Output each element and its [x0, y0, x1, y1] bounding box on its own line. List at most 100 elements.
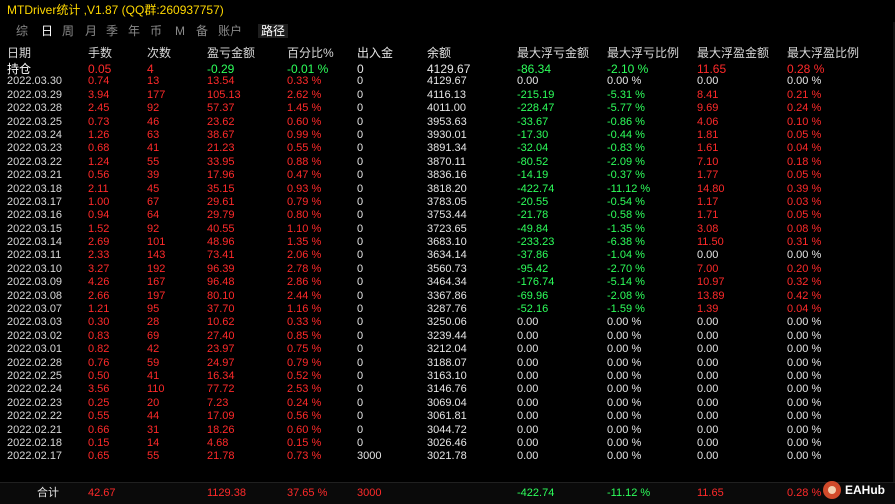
table-row[interactable]: 2022.02.24 3.56 110 77.72 2.53 % 0 3146.76 0.00… [0, 383, 895, 396]
cell-max-float-profit: 1.77 [697, 169, 719, 182]
tab-daily[interactable]: 日 [41, 25, 53, 37]
header-pnl[interactable]: 盈亏金额 [207, 47, 255, 59]
tab-monthly[interactable]: 月 [85, 25, 97, 37]
tab-note[interactable]: 备 [196, 25, 208, 37]
window-title: MTDriver统计 ,V1.87 (QQ群:260937757) [7, 3, 224, 17]
table-row[interactable]: 2022.03.29 3.94 177 105.13 2.62 % 0 4116.13 -21… [0, 89, 895, 102]
table-row[interactable]: 2022.03.25 0.73 46 23.62 0.60 % 0 3953.63 -33.6… [0, 116, 895, 129]
tab-weekly[interactable]: 周 [62, 25, 74, 37]
cell-max-float-loss: 0.00 [517, 356, 539, 369]
cell-max-float-loss: 0.00 [517, 450, 539, 463]
cell-percent: 2.62 % [287, 88, 322, 101]
table-row[interactable]: 2022.03.14 2.69 101 48.96 1.35 % 0 3683.10 -233… [0, 236, 895, 249]
cell-date: 2022.03.16 [7, 209, 63, 222]
cell-count: 167 [147, 276, 166, 289]
cell-max-float-loss: -17.30 [517, 128, 549, 141]
cell-lots: 0.66 [88, 423, 110, 436]
cell-date: 2022.03.08 [7, 289, 63, 302]
cell-deposit: 0 [357, 182, 364, 195]
cell-lots: 1.21 [88, 303, 110, 316]
table-row[interactable]: 2022.03.03 0.30 28 10.62 0.33 % 0 3250.06 0.00 0… [0, 316, 895, 329]
cell-max-float-loss: 0.00 [517, 75, 539, 88]
table-row[interactable]: 2022.02.28 0.76 59 24.97 0.79 % 0 3188.07 0.00 0… [0, 357, 895, 370]
header-max-float-loss-ratio[interactable]: 最大浮亏比例 [607, 47, 679, 59]
position-row[interactable]: 持仓 0.05 4 -0.29 -0.01 % 0 4129.67 -86.34 -2.10 %… [0, 62, 895, 75]
tab-summary[interactable]: 综 [16, 25, 28, 37]
table-row[interactable]: 2022.02.18 0.15 14 4.68 0.15 % 0 3026.46 0.00 0.… [0, 437, 895, 450]
header-lots[interactable]: 手数 [88, 47, 112, 59]
cell-date: 2022.03.18 [7, 182, 63, 195]
cell-pnl: 27.40 [207, 329, 235, 342]
cell-deposit: 3000 [357, 450, 382, 463]
table-row[interactable]: 2022.03.02 0.83 69 27.40 0.85 % 0 3239.44 0.00 0… [0, 330, 895, 343]
table-row[interactable]: 2022.03.10 3.27 192 96.39 2.78 % 0 3560.73 -95.… [0, 263, 895, 276]
cell-count: 197 [147, 289, 166, 302]
cell-deposit: 0 [357, 128, 364, 141]
tab-account[interactable]: 账户 [218, 25, 242, 37]
table-row[interactable]: 2022.03.09 4.26 167 96.48 2.86 % 0 3464.34 -176… [0, 276, 895, 289]
cell-deposit: 0 [357, 75, 364, 88]
cell-lots: 0.15 [88, 436, 110, 449]
cell-count: 14 [147, 436, 160, 449]
header-balance[interactable]: 余额 [427, 47, 451, 59]
header-max-float-profit[interactable]: 最大浮盈金额 [697, 47, 769, 59]
cell-date: 2022.03.21 [7, 169, 63, 182]
cell-max-float-profit: 7.10 [697, 155, 719, 168]
header-deposit[interactable]: 出入金 [357, 47, 393, 59]
cell-date: 2022.03.24 [7, 128, 63, 141]
cell-percent: 0.93 % [287, 182, 322, 195]
cell-lots: 0.76 [88, 356, 110, 369]
cell-percent: 0.60 % [287, 423, 322, 436]
tab-path[interactable]: 路径 [258, 24, 289, 38]
cell-max-float-loss-ratio: -0.54 % [607, 195, 645, 208]
cell-max-float-profit: 0.00 [697, 410, 719, 423]
cell-max-float-loss: -49.84 [517, 222, 549, 235]
cell-lots: 2.45 [88, 102, 110, 115]
cell-percent: 1.10 % [287, 222, 322, 235]
table-row[interactable]: 2022.02.25 0.50 41 16.34 0.52 % 0 3163.10 0.00 0… [0, 370, 895, 383]
cell-date: 2022.02.25 [7, 369, 63, 382]
cell-lots: 0.55 [88, 410, 110, 423]
table-row[interactable]: 2022.03.24 1.26 63 38.67 0.99 % 0 3930.01 -17.3… [0, 129, 895, 142]
table-row[interactable]: 2022.03.01 0.82 42 23.97 0.75 % 0 3212.04 0.00 0… [0, 343, 895, 356]
cell-percent: 0.75 % [287, 343, 322, 356]
header-max-float-profit-ratio[interactable]: 最大浮盈比例 [787, 47, 859, 59]
summary-max-float-profit-ratio: 0.28 % [787, 487, 822, 499]
header-count[interactable]: 次数 [147, 47, 171, 59]
table-row[interactable]: 2022.03.18 2.11 45 35.15 0.93 % 0 3818.20 -422.… [0, 183, 895, 196]
header-percent[interactable]: 百分比% [287, 47, 334, 59]
tab-quarterly[interactable]: 季 [106, 25, 118, 37]
cell-max-float-profit-ratio: 0.00 % [787, 450, 822, 463]
table-row[interactable]: 2022.03.07 1.21 95 37.70 1.16 % 0 3287.76 -52.1… [0, 303, 895, 316]
table-row[interactable]: 2022.02.17 0.65 55 21.78 0.73 % 3000 3021.78 0.… [0, 450, 895, 463]
tab-yearly[interactable]: 年 [128, 25, 140, 37]
table-row[interactable]: 2022.03.11 2.33 143 73.41 2.06 % 0 3634.14 -37.… [0, 249, 895, 262]
table-row[interactable]: 2022.03.30 0.74 13 13.54 0.33 % 0 4129.67 0.00 0… [0, 75, 895, 88]
cell-balance: 3560.73 [427, 262, 467, 275]
table-row[interactable]: 2022.03.21 0.56 39 17.96 0.47 % 0 3836.16 -14.1… [0, 169, 895, 182]
tab-currency[interactable]: 币 [150, 25, 162, 37]
table-row[interactable]: 2022.03.15 1.52 92 40.55 1.10 % 0 3723.65 -49.8… [0, 223, 895, 236]
table-row[interactable]: 2022.03.28 2.45 92 57.37 1.45 % 0 4011.00 -228.… [0, 102, 895, 115]
cell-max-float-profit-ratio: 0.00 % [787, 423, 822, 436]
header-date[interactable]: 日期 [7, 47, 31, 59]
cell-pnl: 57.37 [207, 102, 235, 115]
header-max-float-loss[interactable]: 最大浮亏金额 [517, 47, 589, 59]
cell-max-float-loss-ratio: 0.00 % [607, 423, 642, 436]
table-row[interactable]: 2022.03.22 1.24 55 33.95 0.88 % 0 3870.11 -80.5… [0, 156, 895, 169]
table-row[interactable]: 2022.02.23 0.25 20 7.23 0.24 % 0 3069.04 0.00 0.… [0, 397, 895, 410]
cell-balance: 4129.67 [427, 75, 467, 88]
cell-count: 45 [147, 182, 160, 195]
table-row[interactable]: 2022.03.08 2.66 197 80.10 2.44 % 0 3367.86 -69.… [0, 290, 895, 303]
table-row[interactable]: 2022.03.16 0.94 64 29.79 0.80 % 0 3753.44 -21.7… [0, 209, 895, 222]
cell-max-float-loss: 0.00 [517, 343, 539, 356]
cell-max-float-loss-ratio: -0.44 % [607, 128, 645, 141]
cell-count: 55 [147, 450, 160, 463]
cell-max-float-loss: -86.34 [517, 62, 552, 76]
table-row[interactable]: 2022.02.22 0.55 44 17.09 0.56 % 0 3061.81 0.00 0… [0, 410, 895, 423]
table-row[interactable]: 2022.03.17 1.00 67 29.61 0.79 % 0 3783.05 -20.5… [0, 196, 895, 209]
tab-magic[interactable]: M [175, 25, 185, 37]
table-row[interactable]: 2022.03.23 0.68 41 21.23 0.55 % 0 3891.34 -32.0… [0, 142, 895, 155]
cell-max-float-profit: 1.81 [697, 128, 719, 141]
table-row[interactable]: 2022.02.21 0.66 31 18.26 0.60 % 0 3044.72 0.00 0… [0, 424, 895, 437]
